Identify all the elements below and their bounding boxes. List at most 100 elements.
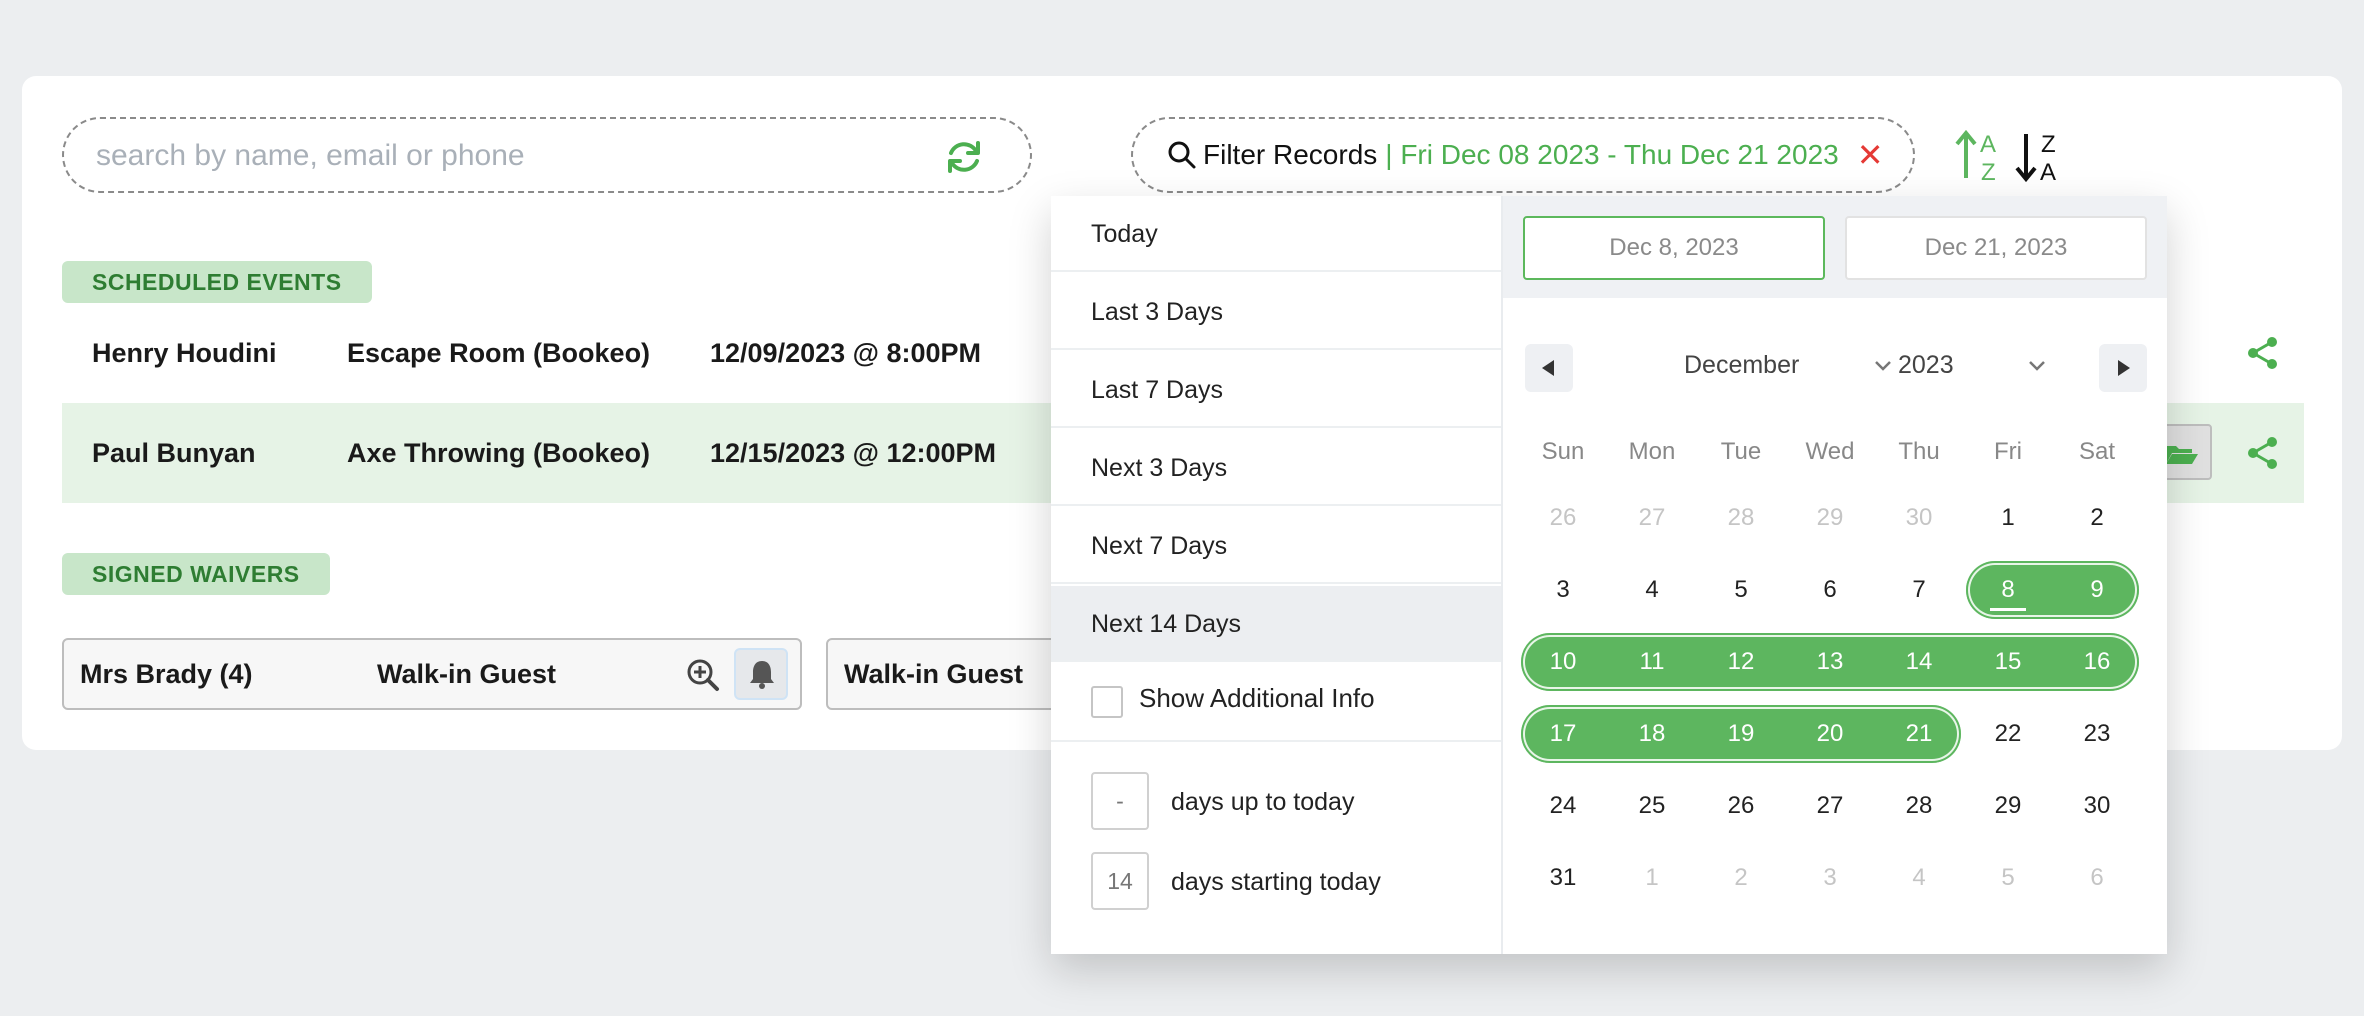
calendar-day[interactable]: 6 xyxy=(1790,564,1870,616)
refresh-icon[interactable] xyxy=(944,139,984,175)
next-month-button[interactable] xyxy=(2099,344,2147,392)
preset-next-14-days[interactable]: Next 14 Days xyxy=(1051,586,1501,662)
search-input[interactable] xyxy=(94,133,958,179)
calendar-day[interactable]: 21 xyxy=(1879,708,1959,760)
preset-last-7-days[interactable]: Last 7 Days xyxy=(1051,352,1501,428)
event-name: Paul Bunyan xyxy=(92,438,256,468)
calendar-day[interactable]: 11 xyxy=(1612,636,1692,688)
signed-waivers-badge: SIGNED WAIVERS xyxy=(62,553,330,595)
weekday-label: Tue xyxy=(1720,438,1762,465)
calendar: Dec 8, 2023 Dec 21, 2023 December 2023 S… xyxy=(1503,196,2167,954)
calendar-day[interactable]: 19 xyxy=(1701,708,1781,760)
calendar-day[interactable]: 4 xyxy=(1612,564,1692,616)
share-icon[interactable] xyxy=(2246,436,2280,470)
calendar-day[interactable]: 22 xyxy=(1968,708,2048,760)
weekday-label: Sat xyxy=(2078,438,2116,465)
end-date-input[interactable]: Dec 21, 2023 xyxy=(1845,216,2147,280)
clear-filter-icon[interactable]: ✕ xyxy=(1857,139,1884,171)
calendar-day[interactable]: 2 xyxy=(2057,492,2137,544)
bell-icon xyxy=(750,661,774,689)
calendar-day[interactable]: 30 xyxy=(2057,780,2137,832)
today-marker xyxy=(1990,608,2026,611)
calendar-day[interactable]: 6 xyxy=(2057,852,2137,904)
calendar-day[interactable]: 1 xyxy=(1612,852,1692,904)
days-starting-today-label: days starting today xyxy=(1171,868,1381,896)
calendar-day[interactable]: 24 xyxy=(1523,780,1603,832)
calendar-day[interactable]: 5 xyxy=(1701,564,1781,616)
calendar-day[interactable]: 26 xyxy=(1523,492,1603,544)
calendar-day[interactable]: 26 xyxy=(1701,780,1781,832)
preset-list: Today Last 3 Days Last 7 Days Next 3 Day… xyxy=(1051,196,1503,954)
days-starting-today-input[interactable]: 14 xyxy=(1091,852,1149,910)
preset-next-3-days[interactable]: Next 3 Days xyxy=(1051,430,1501,506)
calendar-day[interactable]: 3 xyxy=(1523,564,1603,616)
calendar-day[interactable]: 3 xyxy=(1790,852,1870,904)
calendar-day[interactable]: 10 xyxy=(1523,636,1603,688)
svg-text:Z: Z xyxy=(2041,131,2056,158)
calendar-day[interactable]: 1 xyxy=(1968,492,2048,544)
calendar-day[interactable]: 29 xyxy=(1968,780,2048,832)
calendar-day[interactable]: 25 xyxy=(1612,780,1692,832)
calendar-day[interactable]: 28 xyxy=(1879,780,1959,832)
month-select[interactable]: December xyxy=(1684,351,1799,380)
calendar-day[interactable]: 17 xyxy=(1523,708,1603,760)
year-select[interactable]: 2023 xyxy=(1898,351,1954,380)
calendar-day[interactable]: 18 xyxy=(1612,708,1692,760)
sort-descending-icon[interactable]: Z A xyxy=(2014,128,2066,184)
preset-today[interactable]: Today xyxy=(1051,196,1501,272)
chevron-left-icon xyxy=(1542,360,1554,376)
date-inputs-bar: Dec 8, 2023 Dec 21, 2023 xyxy=(1503,196,2167,298)
chevron-down-icon xyxy=(2029,361,2045,371)
calendar-day[interactable]: 14 xyxy=(1879,636,1959,688)
calendar-day[interactable]: 12 xyxy=(1701,636,1781,688)
filter-range: | Fri Dec 08 2023 - Thu Dec 21 2023 xyxy=(1385,139,1839,170)
event-activity: Escape Room (Bookeo) xyxy=(347,338,651,368)
filter-label: Filter Records xyxy=(1203,139,1378,170)
calendar-day[interactable]: 30 xyxy=(1879,492,1959,544)
scheduled-events-badge: SCHEDULED EVENTS xyxy=(62,261,372,303)
notify-button[interactable] xyxy=(734,648,788,700)
show-additional-info-checkbox[interactable] xyxy=(1091,686,1123,718)
prev-month-button[interactable] xyxy=(1525,344,1573,392)
days-up-to-today-input[interactable]: - xyxy=(1091,772,1149,830)
weekday-label: Fri xyxy=(1994,438,2022,465)
calendar-day[interactable]: 27 xyxy=(1790,780,1870,832)
calendar-day[interactable]: 23 xyxy=(2057,708,2137,760)
preset-next-7-days[interactable]: Next 7 Days xyxy=(1051,508,1501,584)
sort-ascending-icon[interactable]: A Z xyxy=(1954,128,2006,184)
search-icon xyxy=(1168,141,1196,169)
event-activity: Axe Throwing (Bookeo) xyxy=(347,438,650,468)
chevron-down-icon xyxy=(1875,361,1891,371)
calendar-day[interactable]: 16 xyxy=(2057,636,2137,688)
svg-text:A: A xyxy=(2040,159,2056,184)
event-datetime: 12/09/2023 @ 8:00PM xyxy=(710,338,982,368)
start-date-input[interactable]: Dec 8, 2023 xyxy=(1523,216,1825,280)
waiver-card[interactable]: Mrs Brady (4) Walk-in Guest xyxy=(62,638,802,710)
zoom-in-icon[interactable] xyxy=(686,658,720,692)
calendar-day[interactable]: 27 xyxy=(1612,492,1692,544)
calendar-day[interactable]: 28 xyxy=(1701,492,1781,544)
search-box xyxy=(62,117,1032,193)
calendar-day[interactable]: 29 xyxy=(1790,492,1870,544)
filter-records-button[interactable]: Filter Records | Fri Dec 08 2023 - Thu D… xyxy=(1131,117,1915,193)
svg-text:A: A xyxy=(1980,131,1996,158)
calendar-day[interactable]: 9 xyxy=(2057,564,2137,616)
calendar-day[interactable]: 7 xyxy=(1879,564,1959,616)
svg-text:Z: Z xyxy=(1981,159,1996,184)
calendar-day[interactable]: 13 xyxy=(1790,636,1870,688)
folder-open-icon xyxy=(2166,446,2198,464)
calendar-day[interactable]: 20 xyxy=(1790,708,1870,760)
calendar-day[interactable]: 2 xyxy=(1701,852,1781,904)
days-up-to-today-label: days up to today xyxy=(1171,788,1355,816)
calendar-day[interactable]: 15 xyxy=(1968,636,2048,688)
divider xyxy=(1051,740,1501,742)
share-icon[interactable] xyxy=(2246,336,2280,370)
calendar-day[interactable]: 5 xyxy=(1968,852,2048,904)
preset-last-3-days[interactable]: Last 3 Days xyxy=(1051,274,1501,350)
waiver-type: Walk-in Guest xyxy=(377,659,557,689)
calendar-day[interactable]: 31 xyxy=(1523,852,1603,904)
waiver-name: Mrs Brady (4) xyxy=(80,659,253,689)
folder-button[interactable] xyxy=(2162,424,2212,480)
weekday-label: Thu xyxy=(1898,438,1940,465)
calendar-day[interactable]: 4 xyxy=(1879,852,1959,904)
